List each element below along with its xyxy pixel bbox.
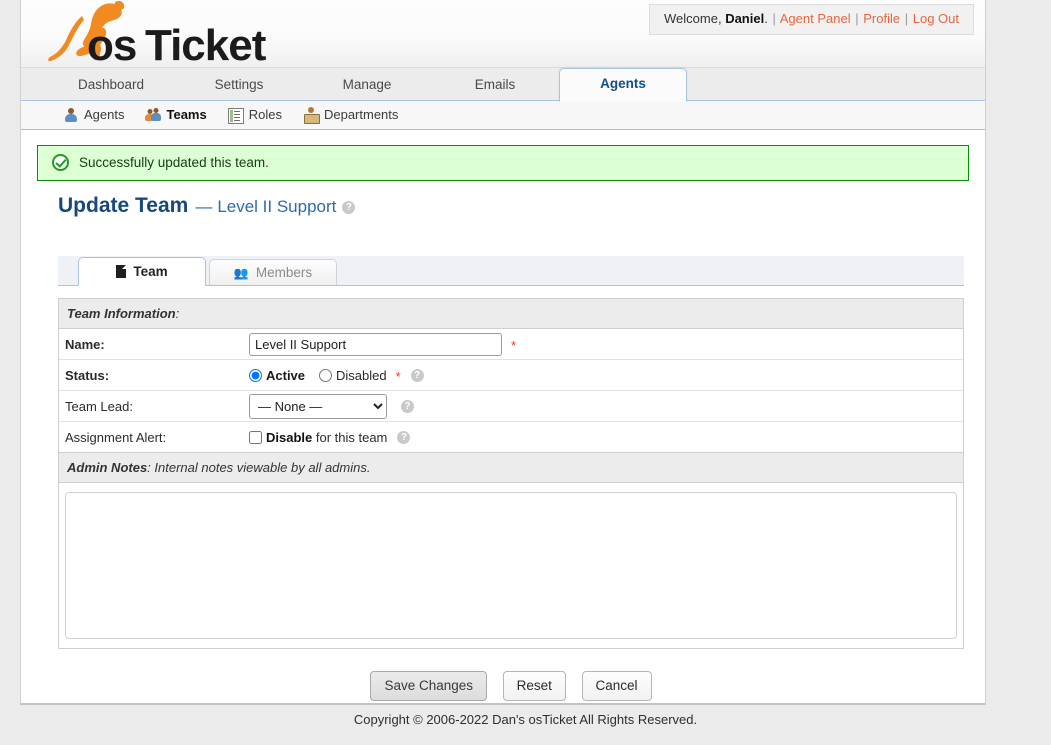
person-icon xyxy=(63,107,79,123)
svg-text:os: os xyxy=(87,21,136,66)
success-check-icon xyxy=(52,154,69,171)
status-radio-active[interactable] xyxy=(249,368,262,382)
section-title-team-information: Team Information xyxy=(67,306,176,321)
subnav-item-agents[interactable]: Agents xyxy=(63,107,124,123)
assignment-alert-checkbox[interactable] xyxy=(249,430,262,444)
admin-notes-header: Admin Notes: Internal notes viewable by … xyxy=(59,453,963,483)
svg-text:Ticket: Ticket xyxy=(145,21,267,66)
subnav-item-departments[interactable]: Departments xyxy=(303,107,399,124)
admin-notes-block: Admin Notes: Internal notes viewable by … xyxy=(58,453,964,649)
nav-link-settings[interactable]: Settings xyxy=(175,69,303,101)
welcome-username: Daniel xyxy=(725,11,765,26)
status-radio-disabled[interactable] xyxy=(319,368,333,382)
name-input[interactable] xyxy=(249,332,502,356)
nav-item-agents[interactable]: Agents xyxy=(559,68,687,102)
welcome-separator-2: | xyxy=(855,11,859,26)
profile-link[interactable]: Profile xyxy=(863,11,900,26)
label-status: Status: xyxy=(65,367,110,383)
subnav-label-departments: Departments xyxy=(323,107,399,122)
tab-label-members: Members xyxy=(255,265,313,280)
welcome-bar: Welcome, Daniel. | Agent Panel | Profile… xyxy=(649,4,974,35)
page-title-subject: Level II Support xyxy=(217,197,337,216)
subnav-label-agents: Agents xyxy=(84,107,125,122)
page-header: os Ticket Welcome, Daniel. | Agent Panel… xyxy=(21,0,985,68)
page-title-text: Update Team xyxy=(58,194,189,217)
success-alert-message: Successfully updated this team. xyxy=(79,155,269,170)
subnav-item-roles[interactable]: Roles xyxy=(227,107,282,124)
help-icon-team-lead[interactable]: ? xyxy=(401,399,414,413)
subnav-item-teams[interactable]: Teams xyxy=(145,107,207,123)
sub-navigation: Agents Teams Roles Departments xyxy=(21,101,985,130)
nav-link-emails[interactable]: Emails xyxy=(431,69,559,101)
welcome-separator-1: | xyxy=(772,11,776,26)
help-icon-status[interactable]: ? xyxy=(410,368,424,382)
cancel-button[interactable]: Cancel xyxy=(581,671,652,701)
list-icon xyxy=(227,107,244,124)
welcome-period: . xyxy=(764,11,768,26)
nav-item-settings[interactable]: Settings xyxy=(175,69,303,101)
nav-item-manage[interactable]: Manage xyxy=(303,69,431,101)
main-navigation: Dashboard Settings Manage Emails Agents xyxy=(21,68,985,102)
help-icon-assignment-alert[interactable]: ? xyxy=(397,430,411,444)
logout-link[interactable]: Log Out xyxy=(913,11,959,26)
form-row-name: Name: * xyxy=(59,329,963,360)
admin-notes-body xyxy=(59,483,963,648)
team-lead-select[interactable]: — None — xyxy=(249,393,387,419)
assignment-alert-label-bold: Disable xyxy=(266,429,313,445)
label-team-lead: Team Lead: xyxy=(65,398,133,414)
status-label-disabled[interactable]: Disabled xyxy=(336,368,387,383)
label-assignment-alert: Assignment Alert: xyxy=(65,429,167,445)
status-label-active[interactable]: Active xyxy=(266,368,305,383)
copyright-text: Copyright © 2006-2022 Dan's osTicket All… xyxy=(353,712,698,727)
assignment-alert-label[interactable]: Disable for this team xyxy=(266,430,387,445)
nav-link-manage[interactable]: Manage xyxy=(303,69,431,101)
nav-item-dashboard[interactable]: Dashboard xyxy=(47,69,175,101)
nav-link-agents[interactable]: Agents xyxy=(559,68,687,102)
label-name: Name: xyxy=(65,336,105,352)
nav-link-dashboard[interactable]: Dashboard xyxy=(47,69,175,101)
admin-notes-textarea[interactable] xyxy=(65,492,957,639)
department-icon xyxy=(303,107,320,124)
welcome-greeting: Welcome, xyxy=(664,11,722,26)
success-alert: Successfully updated this team. xyxy=(37,145,969,181)
content-area: Successfully updated this team. Update T… xyxy=(21,130,985,725)
required-marker-status: * xyxy=(395,369,401,384)
document-icon xyxy=(116,265,127,278)
osticket-logo: os Ticket xyxy=(41,0,271,66)
welcome-separator-3: | xyxy=(904,11,909,26)
section-header-team-information: Team Information: xyxy=(59,299,963,329)
team-information-form: Team Information: Name: * Status: Active xyxy=(58,298,964,453)
agent-panel-link[interactable]: Agent Panel xyxy=(780,11,851,26)
form-row-team-lead: Team Lead: — None — ? xyxy=(59,391,963,422)
assignment-alert-label-rest: for this team xyxy=(312,429,388,445)
page-root: os Ticket Welcome, Daniel. | Agent Panel… xyxy=(0,0,1051,745)
section-title-colon: : xyxy=(175,306,180,321)
page-footer: Copyright © 2006-2022 Dan's osTicket All… xyxy=(0,712,1051,727)
form-tabstrip: Team 👥 Members xyxy=(58,256,964,286)
page-title: Update Team — Level II Support ? xyxy=(58,193,969,220)
form-row-status: Status: Active Disabled * ? xyxy=(59,360,963,391)
tab-label-team: Team xyxy=(133,264,168,279)
nav-item-emails[interactable]: Emails xyxy=(431,69,559,101)
subnav-label-roles: Roles xyxy=(248,107,282,122)
help-icon-page-title[interactable]: ? xyxy=(342,201,356,214)
subnav-label-teams: Teams xyxy=(166,107,207,122)
page-title-dash: — xyxy=(195,197,213,216)
reset-button[interactable]: Reset xyxy=(502,671,566,701)
save-changes-button[interactable]: Save Changes xyxy=(370,671,487,701)
form-row-assignment-alert: Assignment Alert: Disable for this team … xyxy=(59,422,963,453)
admin-notes-title: Admin Notes xyxy=(67,460,148,475)
group-icon: 👥 xyxy=(233,265,249,280)
tab-members[interactable]: 👥 Members xyxy=(209,259,337,285)
admin-notes-description: : Internal notes viewable by all admins. xyxy=(147,460,371,475)
people-icon xyxy=(145,107,162,123)
tab-team[interactable]: Team xyxy=(78,257,206,286)
app-container: os Ticket Welcome, Daniel. | Agent Panel… xyxy=(20,0,986,705)
required-marker-name: * xyxy=(511,338,517,353)
